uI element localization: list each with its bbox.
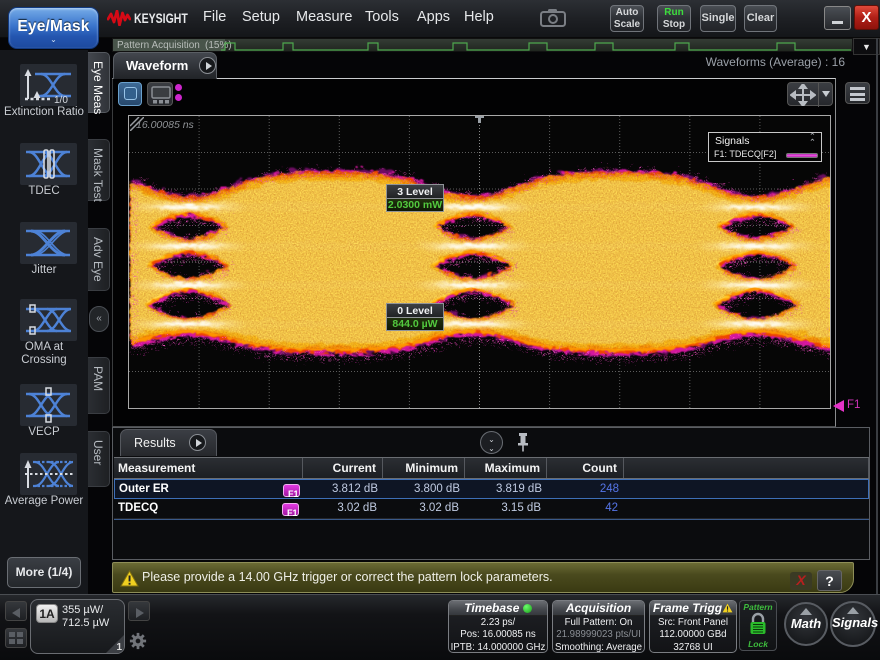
svg-text:1/0: 1/0 [54,95,68,105]
